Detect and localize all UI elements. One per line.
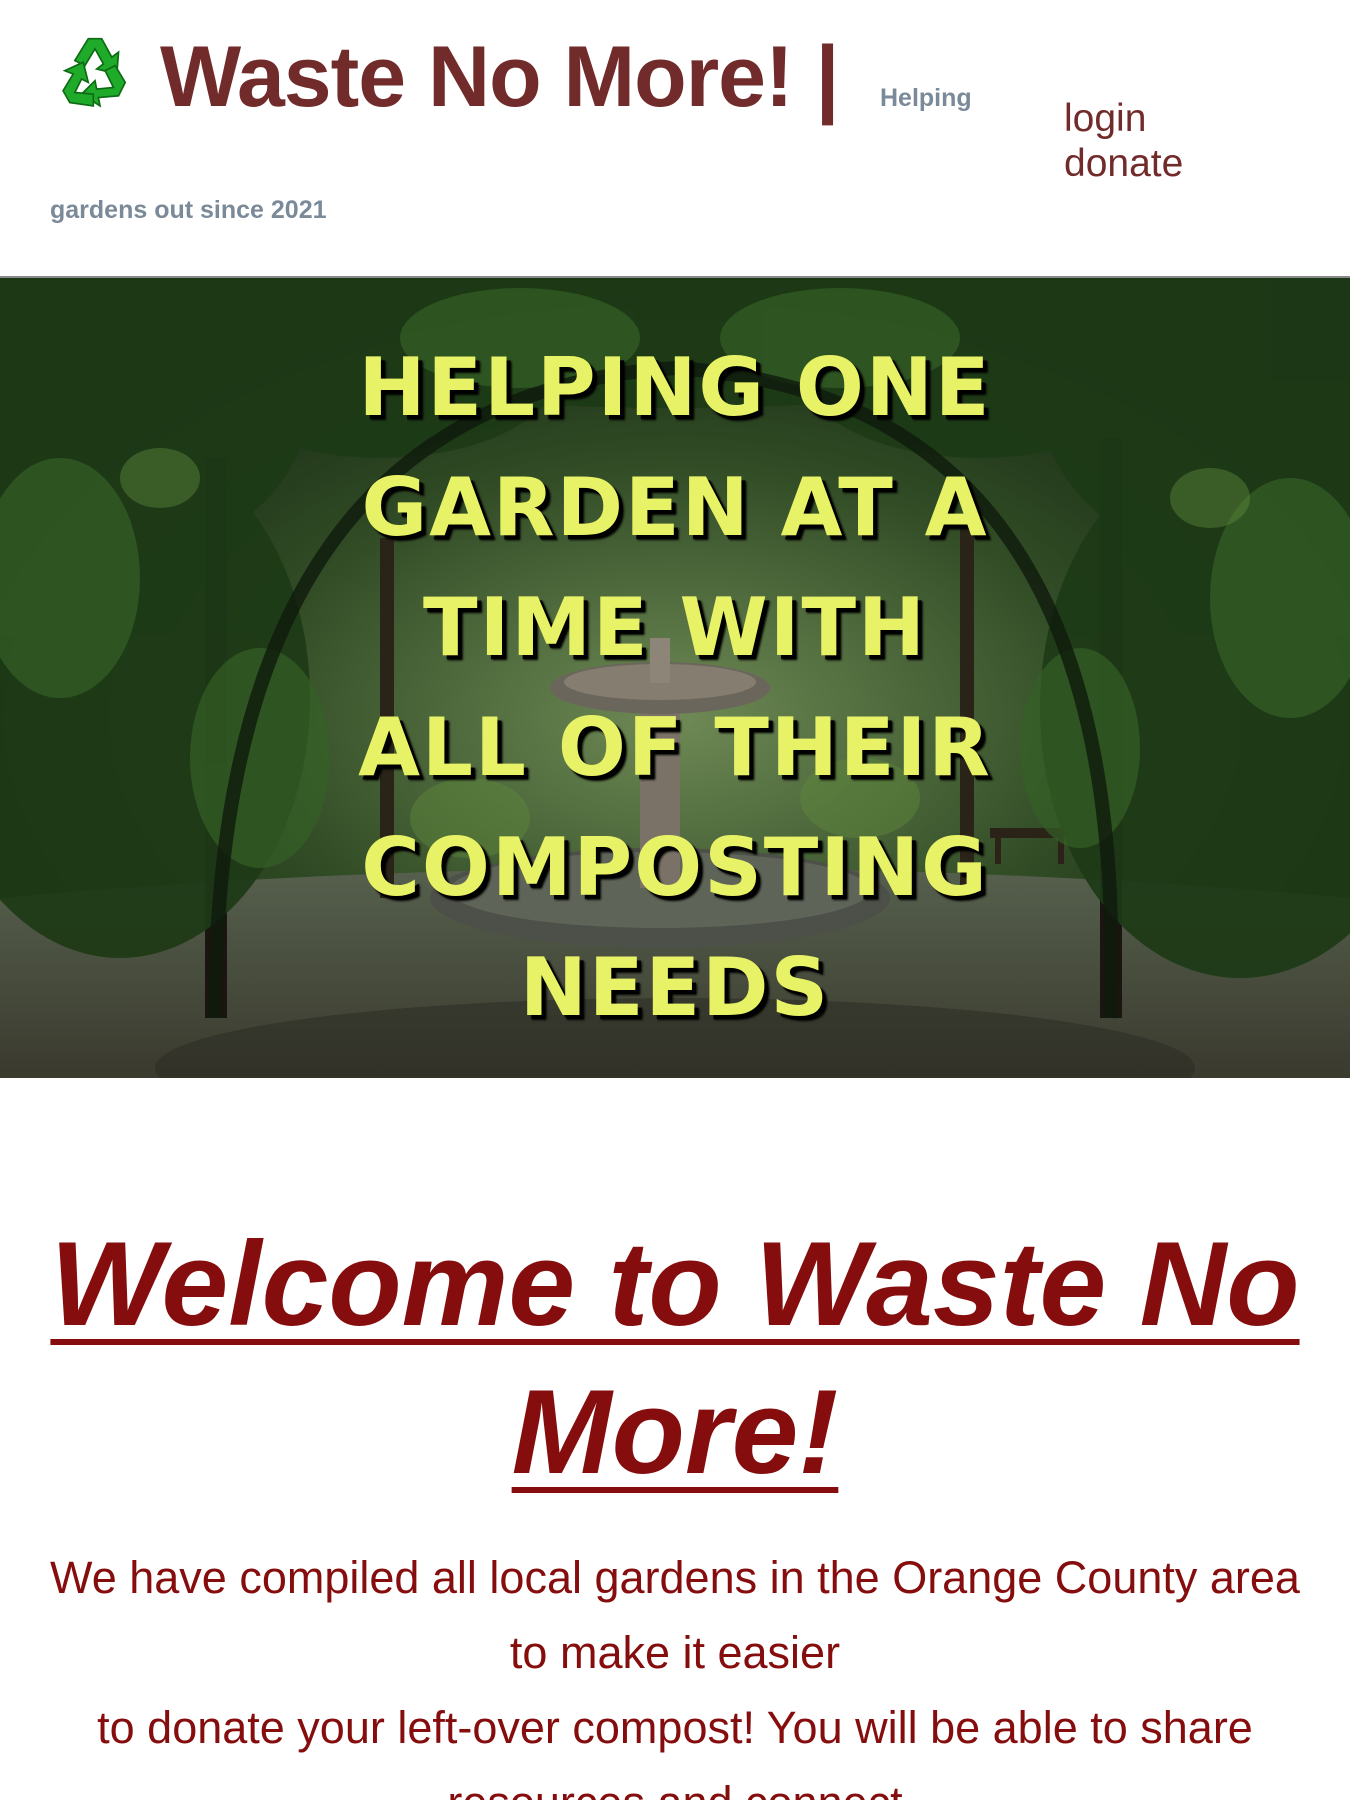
hero-line: TIME WITH [423, 581, 927, 674]
hero-line: HELPING ONE [358, 341, 992, 434]
hero-line: ALL OF THEIR [358, 701, 992, 794]
hero-line: COMPOSTING [361, 821, 989, 914]
welcome-heading: Welcome to Waste No More! [20, 1210, 1330, 1506]
hero-banner: HELPING ONE GARDEN AT A TIME WITH ALL OF… [0, 278, 1350, 1078]
welcome-heading-text: Welcome to Waste No More! [50, 1217, 1300, 1499]
donate-link[interactable]: donate [1064, 141, 1183, 186]
welcome-line: We have compiled all local gardens in th… [50, 1552, 1300, 1603]
tagline-part-1: Helping [880, 84, 972, 112]
recycle-icon [62, 37, 127, 108]
hero-line: GARDEN AT A [361, 461, 989, 554]
welcome-line: to make it easier [509, 1627, 841, 1678]
tagline-part-2: gardens out since 2021 [50, 196, 327, 224]
hero-headline: HELPING ONE GARDEN AT A TIME WITH ALL OF… [340, 328, 1010, 1048]
site-header: Waste No More! | Helping gardens out sin… [0, 0, 1350, 278]
welcome-paragraph: We have compiled all local gardens in th… [0, 1540, 1350, 1800]
hero-line: NEEDS [519, 941, 831, 1034]
header-nav: login donate [1064, 96, 1183, 186]
page: Waste No More! | Helping gardens out sin… [0, 0, 1350, 1800]
welcome-line: resources and connect [0, 1765, 1350, 1800]
welcome-line: to donate your left-over compost! You wi… [97, 1702, 1253, 1753]
site-title: Waste No More! | [160, 29, 840, 125]
login-link[interactable]: login [1064, 96, 1183, 141]
